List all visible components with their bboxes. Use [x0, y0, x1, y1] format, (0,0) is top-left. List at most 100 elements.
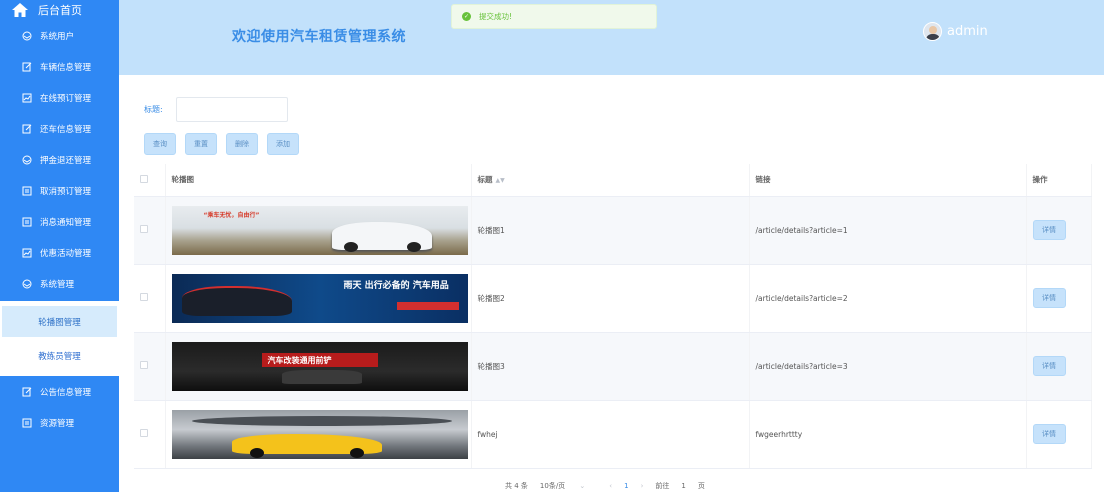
sidebar-subitem-carousel[interactable]: 轮播图管理 [2, 306, 117, 337]
sidebar-item-return-info[interactable]: 还车信息管理 [0, 113, 119, 144]
home-icon [12, 3, 28, 17]
sidebar-item-vehicle-info[interactable]: 车辆信息管理 [0, 51, 119, 82]
user-menu[interactable]: admin [923, 22, 988, 41]
column-header-action: 操作 [1026, 164, 1092, 197]
detail-button[interactable]: 详情 [1032, 424, 1066, 444]
sidebar-item-label: 公告信息管理 [40, 387, 92, 398]
sort-icon[interactable]: ▲▼ [496, 177, 505, 184]
page-size-select[interactable]: 10条/页 ⌄ [540, 481, 597, 491]
table-row: “乘车无忧，自由行” 轮播图1 /article/details?article… [134, 196, 1092, 265]
detail-button[interactable]: 详情 [1032, 288, 1066, 308]
check-circle-icon: ✓ [462, 12, 471, 21]
banner-image [171, 409, 468, 459]
sidebar-item-label: 在线预订管理 [40, 93, 92, 104]
action-cell: 详情 [1026, 264, 1092, 333]
sidebar-home-label: 后台首页 [38, 4, 82, 17]
banner-text: “乘车无忧，自由行” [203, 211, 260, 219]
sidebar-item-label: 押金退还管理 [40, 155, 92, 166]
column-header-banner: 轮播图 [165, 164, 472, 197]
username: admin [947, 24, 988, 39]
sidebar-item-deposit-refund[interactable]: 押金退还管理 [0, 144, 119, 175]
query-button[interactable]: 查询 [144, 133, 176, 155]
row-checkbox[interactable] [140, 429, 148, 437]
title-cell: 轮播图1 [471, 196, 750, 265]
page-unit-label: 页 [697, 482, 705, 490]
column-header-link: 链接 [749, 164, 1027, 197]
page-title: 欢迎使用汽车租赁管理系统 [232, 29, 406, 45]
page-number-current[interactable]: 1 [624, 482, 628, 490]
sidebar-item-system-management[interactable]: 系统管理 [0, 268, 119, 299]
sidebar-item-label: 车辆信息管理 [40, 62, 92, 73]
avatar [923, 22, 942, 41]
sidebar-item-resources[interactable]: 资源管理 [0, 407, 119, 438]
table-header-row: 轮播图 标题 ▲▼ 链接 操作 [134, 164, 1092, 197]
user-icon [22, 155, 32, 165]
pagination: 共 4 条 10条/页 ⌄ ‹ 1 › 前往 1 页 [505, 481, 717, 491]
table-row: 汽车改装通用前铲 轮播图3 /article/details?article=3… [134, 332, 1092, 401]
banner-image: “乘车无忧，自由行” [171, 205, 468, 255]
row-checkbox-cell [134, 400, 166, 469]
user-icon [22, 31, 32, 41]
sidebar-subitem-label: 轮播图管理 [38, 317, 81, 328]
row-checkbox[interactable] [140, 225, 148, 233]
next-page-button[interactable]: › [641, 482, 644, 490]
edit-icon [22, 387, 32, 397]
edit-icon [22, 124, 32, 134]
sidebar: 后台首页 系统用户 车辆信息管理 在线预订管理 还车信息管理 押金退还管理 取消… [0, 0, 119, 492]
sidebar-subitem-coach[interactable]: 教练员管理 [2, 340, 117, 371]
select-all-cell [134, 164, 166, 197]
sidebar-home[interactable]: 后台首页 [0, 0, 119, 20]
sidebar-item-notification[interactable]: 消息通知管理 [0, 206, 119, 237]
banner-cell: 汽车改装通用前铲 [165, 332, 472, 401]
sidebar-item-label: 取消预订管理 [40, 186, 92, 197]
sidebar-item-online-booking[interactable]: 在线预订管理 [0, 82, 119, 113]
row-checkbox[interactable] [140, 293, 148, 301]
detail-button[interactable]: 详情 [1032, 356, 1066, 376]
banner-text: 汽车改装通用前铲 [267, 355, 332, 365]
reset-button[interactable]: 重置 [185, 133, 217, 155]
row-checkbox[interactable] [140, 361, 148, 369]
sidebar-item-announcements[interactable]: 公告信息管理 [0, 376, 119, 407]
title-cell: 轮播图2 [471, 264, 750, 333]
page-size-value: 10条/页 [539, 482, 566, 490]
banner-image: 汽车改装通用前铲 [171, 341, 468, 391]
pagination-total: 共 4 条 [505, 482, 528, 490]
title-cell: fwhej [471, 400, 750, 469]
search-label: 标题: [144, 105, 163, 114]
chart-icon [22, 248, 32, 258]
action-cell: 详情 [1026, 400, 1092, 469]
sidebar-item-label: 消息通知管理 [40, 217, 92, 228]
carousel-table: 轮播图 标题 ▲▼ 链接 操作 “乘车无忧，自由行” 轮播图1 /article/… [134, 164, 1092, 469]
table-row: 雨天 出行必备的 汽车用品 轮播图2 /article/details?arti… [134, 264, 1092, 333]
sidebar-item-promotions[interactable]: 优惠活动管理 [0, 237, 119, 268]
detail-button[interactable]: 详情 [1032, 220, 1066, 240]
title-search-input[interactable] [176, 97, 288, 122]
sidebar-item-system-users[interactable]: 系统用户 [0, 20, 119, 51]
title-cell: 轮播图3 [471, 332, 750, 401]
add-button[interactable]: 添加 [267, 133, 299, 155]
banner-cell: 雨天 出行必备的 汽车用品 [165, 264, 472, 333]
link-cell: fwgeerhrttty [749, 400, 1027, 469]
delete-button[interactable]: 删除 [226, 133, 258, 155]
prev-page-button[interactable]: ‹ [609, 482, 612, 490]
link-cell: /article/details?article=2 [749, 264, 1027, 333]
sidebar-subitem-label: 教练员管理 [38, 351, 81, 362]
chevron-down-icon: ⌄ [579, 482, 586, 490]
user-icon [22, 279, 32, 289]
action-cell: 详情 [1026, 332, 1092, 401]
select-all-checkbox[interactable] [140, 174, 148, 183]
column-header-title-label: 标题 [477, 175, 493, 185]
action-cell: 详情 [1026, 196, 1092, 265]
goto-label: 前往 [655, 482, 670, 490]
document-icon [22, 418, 32, 428]
sidebar-item-label: 优惠活动管理 [40, 248, 92, 259]
sidebar-item-label: 系统管理 [40, 279, 75, 290]
sidebar-item-label: 系统用户 [40, 31, 75, 42]
column-header-title[interactable]: 标题 ▲▼ [471, 164, 750, 197]
banner-text: 雨天 出行必备的 汽车用品 [343, 280, 449, 291]
document-icon [22, 186, 32, 196]
row-checkbox-cell [134, 196, 166, 265]
document-icon [22, 217, 32, 227]
goto-page-input[interactable]: 1 [681, 482, 685, 490]
sidebar-item-cancel-booking[interactable]: 取消预订管理 [0, 175, 119, 206]
